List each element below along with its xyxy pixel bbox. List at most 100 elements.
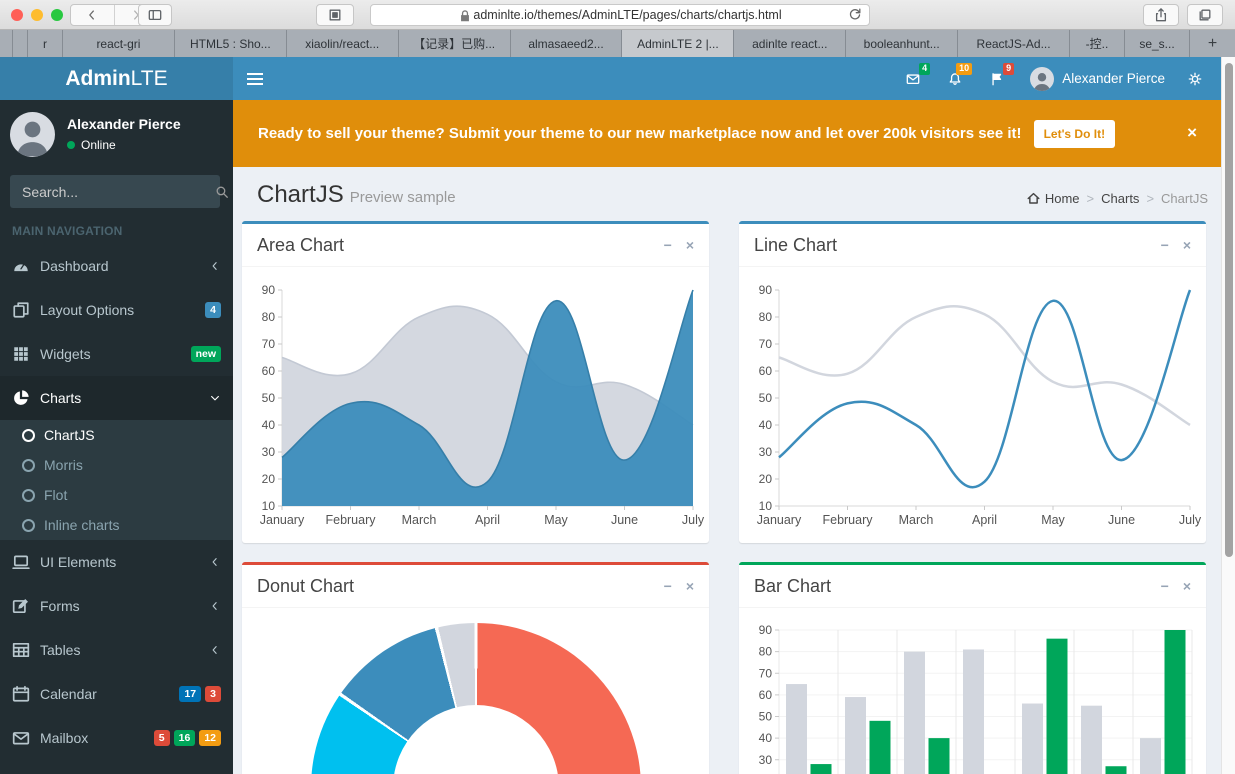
sidebar-item-calendar[interactable]: Calendar 17 3 (0, 672, 233, 716)
sidebar-subitem-chartjs[interactable]: ChartJS (0, 420, 233, 450)
breadcrumb-charts[interactable]: Charts (1101, 191, 1139, 206)
sidebar-subitem-inline-charts[interactable]: Inline charts (0, 510, 233, 540)
browser-tab[interactable]: ReactJS-Ad... (958, 30, 1071, 57)
banner-cta-button[interactable]: Let's Do It! (1033, 119, 1116, 148)
messages-menu[interactable]: 4 (892, 57, 934, 100)
badge: 4 (205, 301, 221, 319)
table-icon (12, 641, 30, 659)
donut-chart-box: Donut Chart − × (242, 562, 709, 774)
browser-tab[interactable] (0, 30, 13, 57)
collapse-icon[interactable]: − (664, 238, 672, 252)
chevron-left-icon (209, 644, 221, 656)
sidebar-collapse-button[interactable] (233, 57, 277, 100)
svg-text:February: February (822, 513, 873, 527)
user-status[interactable]: Online (67, 138, 181, 152)
breadcrumb-home[interactable]: Home (1027, 191, 1080, 206)
browser-tab[interactable]: 【记录】已购... (399, 30, 511, 57)
svg-text:40: 40 (759, 731, 773, 745)
breadcrumb-separator: > (1146, 191, 1155, 206)
user-menu[interactable]: Alexander Pierce (1018, 57, 1177, 100)
window-minimize-button[interactable] (31, 9, 43, 21)
close-icon[interactable]: × (686, 238, 694, 252)
chevron-left-icon (209, 260, 221, 272)
donut-ring (310, 623, 641, 774)
notifications-menu[interactable]: 10 (934, 57, 976, 100)
close-icon[interactable]: × (686, 579, 694, 593)
search-input[interactable] (10, 175, 215, 208)
sidebar-item-forms[interactable]: Forms (0, 584, 233, 628)
sidebar-subitem-flot[interactable]: Flot (0, 480, 233, 510)
files-icon (12, 301, 30, 319)
svg-text:10: 10 (759, 499, 773, 513)
sidebar-item-charts[interactable]: Charts (0, 376, 233, 420)
line-chart-canvas: 10 20 30 40 50 60 70 80 90 January February March Ap… (739, 267, 1206, 542)
breadcrumb-chartjs: ChartJS (1161, 191, 1208, 206)
new-tab-button[interactable]: + (1190, 30, 1235, 57)
browser-tab[interactable]: almasaeed2... (511, 30, 623, 57)
avatar (1030, 66, 1055, 91)
svg-text:July: July (682, 513, 705, 527)
search-button[interactable] (215, 175, 229, 208)
sidebar-toggle-button[interactable] (138, 4, 172, 26)
logo[interactable]: Admin LTE (0, 57, 233, 100)
reload-button[interactable] (848, 7, 862, 24)
badge: 5 (153, 729, 170, 747)
browser-tab[interactable]: xiaolin/react... (287, 30, 399, 57)
svg-text:90: 90 (759, 283, 773, 297)
browser-tab[interactable]: r (28, 30, 63, 57)
envelope-icon (12, 729, 30, 747)
breadcrumb-separator: > (1086, 191, 1095, 206)
window-close-button[interactable] (11, 9, 23, 21)
tasks-menu[interactable]: 9 (976, 57, 1018, 100)
edit-icon (12, 597, 30, 615)
flag-icon (990, 72, 1004, 86)
pie-icon (12, 389, 30, 407)
browser-tab[interactable]: booleanhunt... (846, 30, 959, 57)
svg-text:80: 80 (759, 310, 773, 324)
browser-tab[interactable]: adinlte react... (734, 30, 847, 57)
browser-tab[interactable]: HTML5 : Sho... (175, 30, 287, 57)
url-text: adminlte.io/themes/AdminLTE/pages/charts… (473, 8, 782, 22)
sidebar-user-panel: Alexander Pierce Online (0, 100, 233, 169)
svg-text:50: 50 (262, 391, 276, 405)
svg-text:60: 60 (759, 364, 773, 378)
svg-text:90: 90 (262, 283, 276, 297)
collapse-icon[interactable]: − (1161, 238, 1169, 252)
share-button[interactable] (1143, 4, 1179, 26)
address-bar[interactable]: adminlte.io/themes/AdminLTE/pages/charts… (370, 4, 870, 26)
tab-overview-button[interactable] (1187, 4, 1223, 26)
dashboard-icon (12, 257, 30, 275)
lock-icon (458, 9, 470, 22)
badge: new (190, 345, 221, 363)
browser-tab[interactable]: react-gri (63, 30, 175, 57)
browser-tab[interactable]: -控.. (1070, 30, 1126, 57)
browser-tab[interactable]: se_s... (1125, 30, 1191, 57)
close-icon[interactable]: × (1183, 238, 1191, 252)
sidebar-subitem-morris[interactable]: Morris (0, 450, 233, 480)
frame-button[interactable] (316, 4, 354, 26)
sidebar-item-ui-elements[interactable]: UI Elements (0, 540, 233, 584)
envelope-icon (906, 72, 920, 86)
svg-text:50: 50 (759, 710, 773, 724)
sidebar-item-widgets[interactable]: Widgets new (0, 332, 233, 376)
window-zoom-button[interactable] (51, 9, 63, 21)
collapse-icon[interactable]: − (1161, 579, 1169, 593)
banner-close-icon[interactable]: × (1187, 124, 1197, 141)
search-icon (215, 185, 229, 199)
browser-tab[interactable]: AdminLTE 2 |... (622, 30, 735, 57)
collapse-icon[interactable]: − (664, 579, 672, 593)
sidebar-search (10, 175, 228, 208)
page-subtitle: Preview sample (349, 189, 456, 206)
browser-tab[interactable] (13, 30, 28, 57)
svg-text:May: May (1041, 513, 1065, 527)
sidebar-item-layout-options[interactable]: Layout Options 4 (0, 288, 233, 332)
back-button[interactable] (71, 5, 114, 25)
svg-text:April: April (972, 513, 997, 527)
settings-menu[interactable] (1177, 57, 1213, 100)
scrollbar-thumb[interactable] (1224, 63, 1233, 557)
laptop-icon (12, 553, 30, 571)
sidebar-item-tables[interactable]: Tables (0, 628, 233, 672)
sidebar-item-mailbox[interactable]: Mailbox 5 16 12 (0, 716, 233, 760)
sidebar-item-dashboard[interactable]: Dashboard (0, 244, 233, 288)
close-icon[interactable]: × (1183, 579, 1191, 593)
